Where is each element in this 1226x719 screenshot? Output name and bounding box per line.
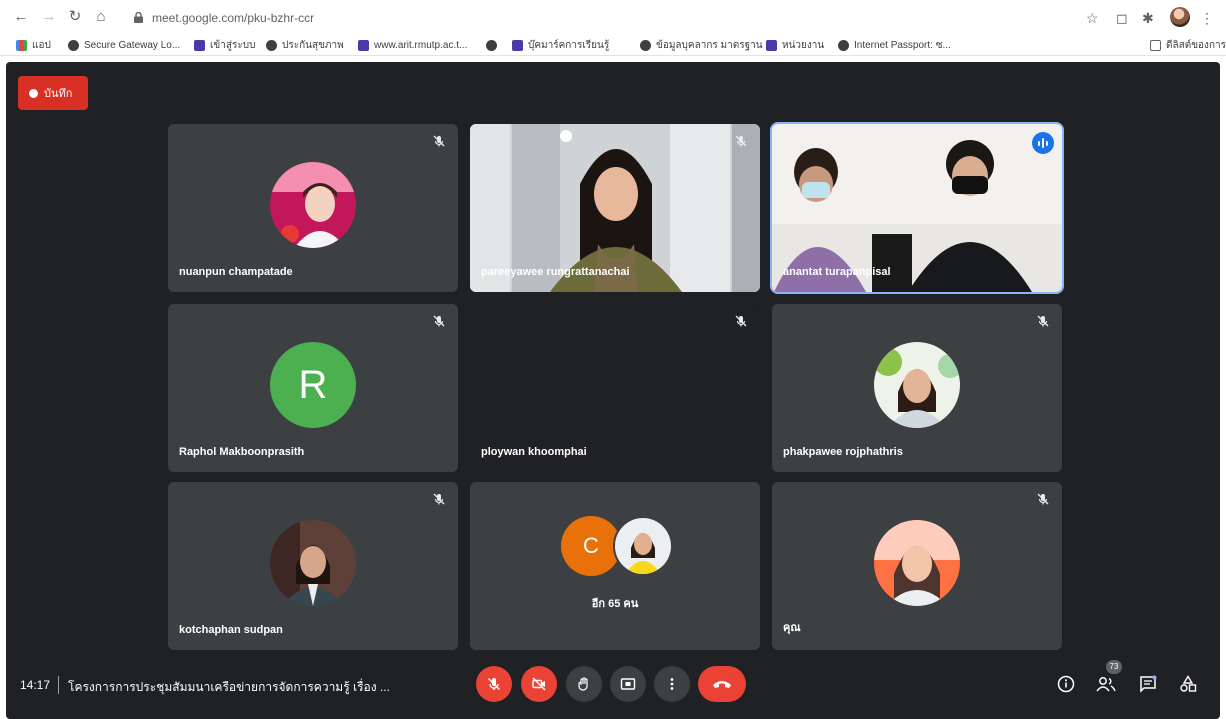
- hang-up-icon: [713, 681, 731, 688]
- reading-list[interactable]: ดีลิสต์ของการ: [1150, 37, 1226, 53]
- participant-tile[interactable]: nuanpun champatade: [168, 124, 458, 292]
- participant-tile[interactable]: ploywan khoomphai: [470, 304, 760, 472]
- letter-avatar: R: [270, 342, 356, 428]
- record-dot-icon: [29, 88, 38, 98]
- bookmark-icon: [194, 39, 205, 51]
- more-vert-icon: [670, 678, 674, 690]
- raise-hand-button[interactable]: [566, 666, 602, 702]
- divider: [58, 676, 59, 694]
- participant-name: nuanpun champatade: [179, 266, 293, 278]
- globe-icon: [266, 39, 277, 51]
- omnibox[interactable]: meet.google.com/pku-bzhr-ccr: [120, 5, 1080, 31]
- participant-name: phakpawee rojphathris: [783, 446, 903, 458]
- people-button[interactable]: [1094, 672, 1118, 696]
- meeting-title: โครงการการประชุมสัมมนาเครือข่ายการจัดการ…: [68, 680, 390, 694]
- bookmark-learning[interactable]: บุ๊คมาร์คการเรียนรู้: [512, 37, 609, 53]
- mic-off-icon: [487, 677, 501, 691]
- extensions-puzzle-icon[interactable]: ✱: [1142, 10, 1154, 27]
- avatar: [270, 520, 356, 606]
- bookmark-icon: [512, 39, 523, 51]
- avatar: [874, 520, 960, 606]
- mic-off-icon: [735, 135, 747, 147]
- present-screen-button[interactable]: [610, 666, 646, 702]
- bookmark-login[interactable]: เข้าสู่ระบบ: [194, 37, 255, 53]
- mic-off-icon: [1037, 493, 1049, 505]
- bookmark-personnel[interactable]: ข้อมูลบุคลากร มาตรฐาน: [640, 37, 763, 53]
- globe-icon: [838, 39, 849, 51]
- participant-tile[interactable]: pareeyawee rungrattanachai: [470, 124, 760, 292]
- participant-name: kotchaphan sudpan: [179, 624, 283, 636]
- mic-toggle-button[interactable]: [476, 666, 512, 702]
- participant-tile[interactable]: R Raphol Makboonprasith: [168, 304, 458, 472]
- meet-stage: บันทึก nuanpun champatade pareeyawee run…: [6, 62, 1220, 719]
- mic-off-icon: [433, 135, 445, 147]
- present-screen-icon: [620, 678, 636, 690]
- people-icon: [1096, 677, 1116, 692]
- globe-icon: [68, 39, 79, 51]
- speaking-indicator-icon: [1032, 132, 1054, 154]
- info-icon: [1057, 675, 1075, 693]
- star-icon[interactable]: ☆: [1086, 10, 1099, 27]
- avatar: [270, 162, 356, 248]
- meeting-clock: 14:17: [20, 678, 51, 692]
- meeting-controls-bar: 14:17 โครงการการประชุมสัมมนาเครือข่ายการ…: [6, 660, 1220, 719]
- hand-icon: [578, 677, 588, 691]
- bookmarks-bar: แอป Secure Gateway Lo... เข้าสู่ระบบ ประ…: [0, 34, 1226, 56]
- letter-avatar: C: [561, 516, 621, 576]
- participant-tile[interactable]: คุณ: [772, 482, 1062, 650]
- participant-name: anantat turapanpisal: [783, 266, 891, 278]
- bookmark-arit[interactable]: www.arit.rmutp.ac.t...: [358, 37, 467, 53]
- bookmark-secure-gateway[interactable]: Secure Gateway Lo...: [68, 37, 180, 53]
- forward-arrow-icon[interactable]: →: [40, 8, 58, 26]
- bookmark-insurance[interactable]: ประกันสุขภาพ: [266, 37, 344, 53]
- bookmark-icon: [358, 39, 369, 51]
- leave-call-button[interactable]: [698, 666, 746, 702]
- more-options-button[interactable]: [654, 666, 690, 702]
- lock-icon: [134, 12, 143, 23]
- extension-square-icon[interactable]: ◻: [1116, 10, 1128, 27]
- mic-off-icon: [433, 493, 445, 505]
- profile-avatar[interactable]: [1170, 7, 1190, 27]
- reading-list-icon: [1150, 39, 1161, 51]
- chat-button[interactable]: [1136, 672, 1160, 696]
- others-group-tile[interactable]: C อีก 65 คน: [470, 482, 760, 650]
- bookmark-internet-passport[interactable]: Internet Passport: ซ...: [838, 37, 951, 53]
- mic-off-icon: [735, 315, 747, 327]
- participant-name: pareeyawee rungrattanachai: [481, 266, 630, 278]
- globe-icon: [486, 39, 497, 51]
- apps-grid-icon: [16, 39, 27, 51]
- activities-button[interactable]: [1176, 672, 1200, 696]
- more-menu-icon[interactable]: ⋮: [1200, 10, 1214, 27]
- chat-icon: [1140, 675, 1157, 693]
- group-avatars: C: [470, 516, 760, 576]
- participant-tile-active-speaker[interactable]: anantat turapanpisal: [770, 122, 1064, 294]
- home-icon[interactable]: ⌂: [92, 8, 110, 26]
- bookmark-apps[interactable]: แอป: [16, 37, 51, 53]
- recording-badge[interactable]: บันทึก: [18, 76, 88, 110]
- avatar: [613, 516, 673, 576]
- camera-toggle-button[interactable]: [521, 666, 557, 702]
- reload-icon[interactable]: ↻: [66, 8, 84, 26]
- url-text[interactable]: meet.google.com/pku-bzhr-ccr: [152, 11, 314, 25]
- others-count-label: อีก 65 คน: [591, 598, 639, 610]
- camera-off-icon: [532, 677, 546, 691]
- globe-icon: [640, 39, 651, 51]
- mic-off-icon: [433, 315, 445, 327]
- activities-shapes-icon: [1180, 675, 1197, 692]
- address-bar-row: ← → ↻ ⌂ meet.google.com/pku-bzhr-ccr ☆ ◻…: [0, 4, 1226, 32]
- participant-tile[interactable]: kotchaphan sudpan: [168, 482, 458, 650]
- avatar: [874, 342, 960, 428]
- browser-chrome: ← → ↻ ⌂ meet.google.com/pku-bzhr-ccr ☆ ◻…: [0, 0, 1226, 62]
- participant-tile[interactable]: phakpawee rojphathris: [772, 304, 1062, 472]
- participant-name: Raphol Makboonprasith: [179, 446, 305, 458]
- participant-name: คุณ: [783, 622, 801, 634]
- participant-name: ploywan khoomphai: [481, 446, 587, 458]
- bookmark-globe[interactable]: [486, 37, 502, 53]
- bookmark-agency[interactable]: หน่วยงาน: [766, 37, 824, 53]
- back-arrow-icon[interactable]: ←: [12, 8, 30, 26]
- bookmark-icon: [766, 39, 777, 51]
- meeting-details-button[interactable]: [1054, 672, 1078, 696]
- mic-off-icon: [1037, 315, 1049, 327]
